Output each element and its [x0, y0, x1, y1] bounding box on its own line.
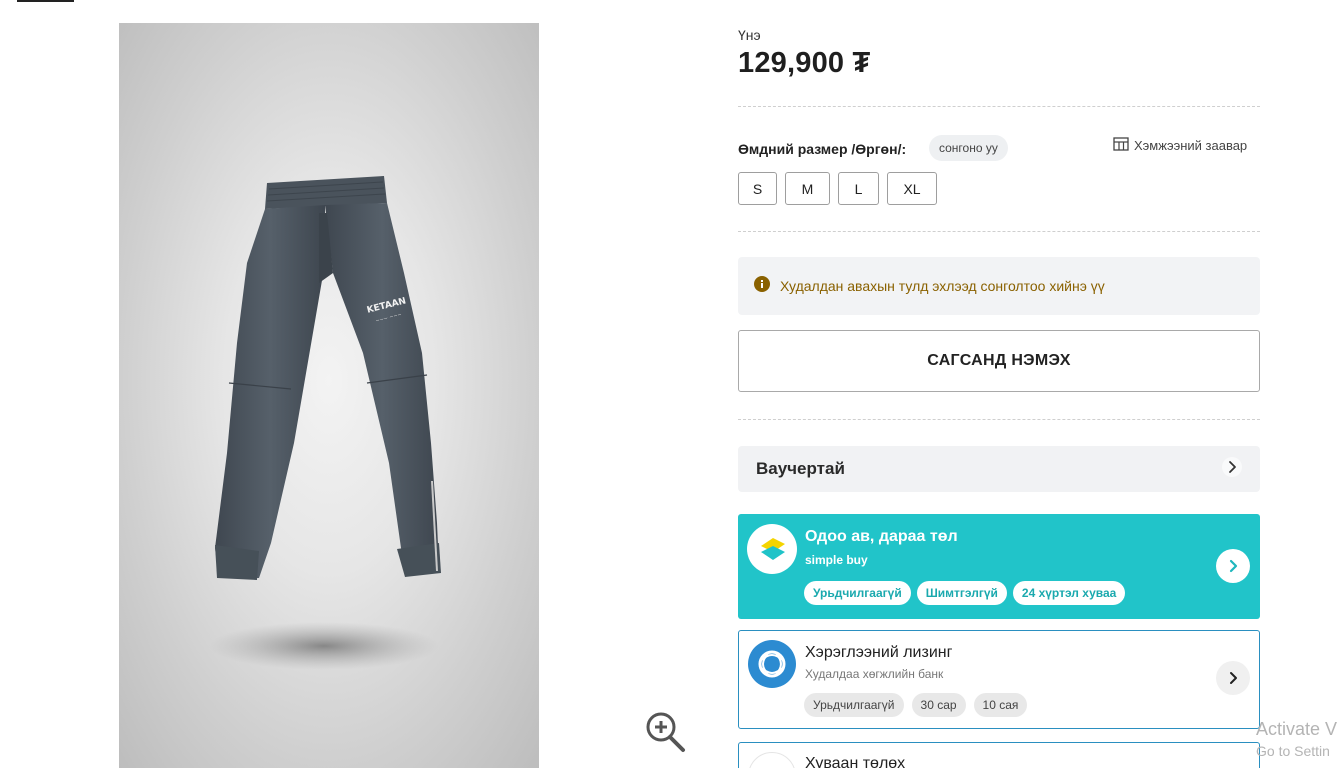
divider: [738, 231, 1260, 232]
simple-buy-tag: 24 хүртэл хуваа: [1012, 581, 1126, 605]
simple-buy-tag: Шимтгэлгүй: [916, 581, 1007, 605]
leasing-tag: 10 сая: [973, 693, 1028, 717]
chevron-right-icon[interactable]: [1216, 661, 1250, 695]
voucher-row[interactable]: Ваучертай: [738, 446, 1260, 492]
simple-buy-tags: Урьдчилгаагүй Шимтгэлгүй 24 хүртэл хуваа: [804, 581, 1126, 605]
chevron-right-icon[interactable]: [1216, 549, 1250, 583]
bank-logo: [748, 640, 796, 688]
size-option-l[interactable]: L: [838, 172, 879, 205]
price-label: Үнэ: [738, 27, 761, 43]
leasing-tags: Урьдчилгаагүй 30 сар 10 сая: [804, 693, 1028, 717]
installment-logo: [748, 752, 796, 768]
leasing-tag: Урьдчилгаагүй: [804, 693, 904, 717]
leasing-subtitle: Худалдаа хөгжлийн банк: [805, 667, 944, 681]
chevron-right-icon: [1222, 456, 1242, 482]
leasing-card[interactable]: Хэрэглээний лизинг Худалдаа хөгжлийн бан…: [738, 630, 1260, 729]
top-underline: [17, 0, 74, 2]
simple-buy-title: Одоо ав, дараа төл: [805, 528, 958, 545]
price-value: 129,900 ₮: [738, 47, 871, 79]
divider: [738, 419, 1260, 420]
size-guide-link[interactable]: Хэмжээний заавар: [1113, 137, 1247, 154]
simple-buy-tag: Урьдчилгаагүй: [804, 581, 911, 605]
notice-text: Худалдан авахын тулд эхлээд сонголтоо хи…: [780, 278, 1105, 294]
sweatpants-illustration: KETAAN ~~~ ~~~: [209, 176, 441, 670]
simple-buy-logo: [747, 524, 797, 574]
installment-title: Хуваан төлөх: [805, 755, 906, 768]
zoom-in-icon[interactable]: [643, 710, 687, 754]
size-select-chip: сонгоно уу: [929, 135, 1008, 161]
add-to-cart-button[interactable]: САГСАНД НЭМЭХ: [738, 330, 1260, 392]
size-guide-label: Хэмжээний заавар: [1134, 138, 1248, 153]
divider: [738, 106, 1260, 107]
size-options: S M L XL: [738, 172, 937, 205]
activation-watermark: Activate V: [1256, 719, 1338, 739]
activation-watermark-sub: Go to Settin: [1256, 743, 1330, 759]
size-option-xl[interactable]: XL: [887, 172, 937, 205]
simple-buy-subtitle: simple buy: [805, 553, 868, 567]
product-image[interactable]: KETAAN ~~~ ~~~: [119, 23, 539, 768]
leasing-tag: 30 сар: [911, 693, 966, 717]
installment-card[interactable]: Хуваан төлөх: [738, 742, 1260, 768]
size-label: Өмдний размер /Өргөн/:: [738, 141, 907, 157]
info-icon: [754, 275, 770, 297]
size-option-m[interactable]: M: [785, 172, 830, 205]
simple-buy-card[interactable]: Одоо ав, дараа төл simple buy Урьдчилгаа…: [738, 514, 1260, 619]
voucher-label: Ваучертай: [756, 459, 845, 478]
selection-notice: Худалдан авахын тулд эхлээд сонголтоо хи…: [738, 257, 1260, 315]
leasing-title: Хэрэглээний лизинг: [805, 644, 953, 661]
table-icon: [1113, 137, 1129, 154]
size-option-s[interactable]: S: [738, 172, 777, 205]
